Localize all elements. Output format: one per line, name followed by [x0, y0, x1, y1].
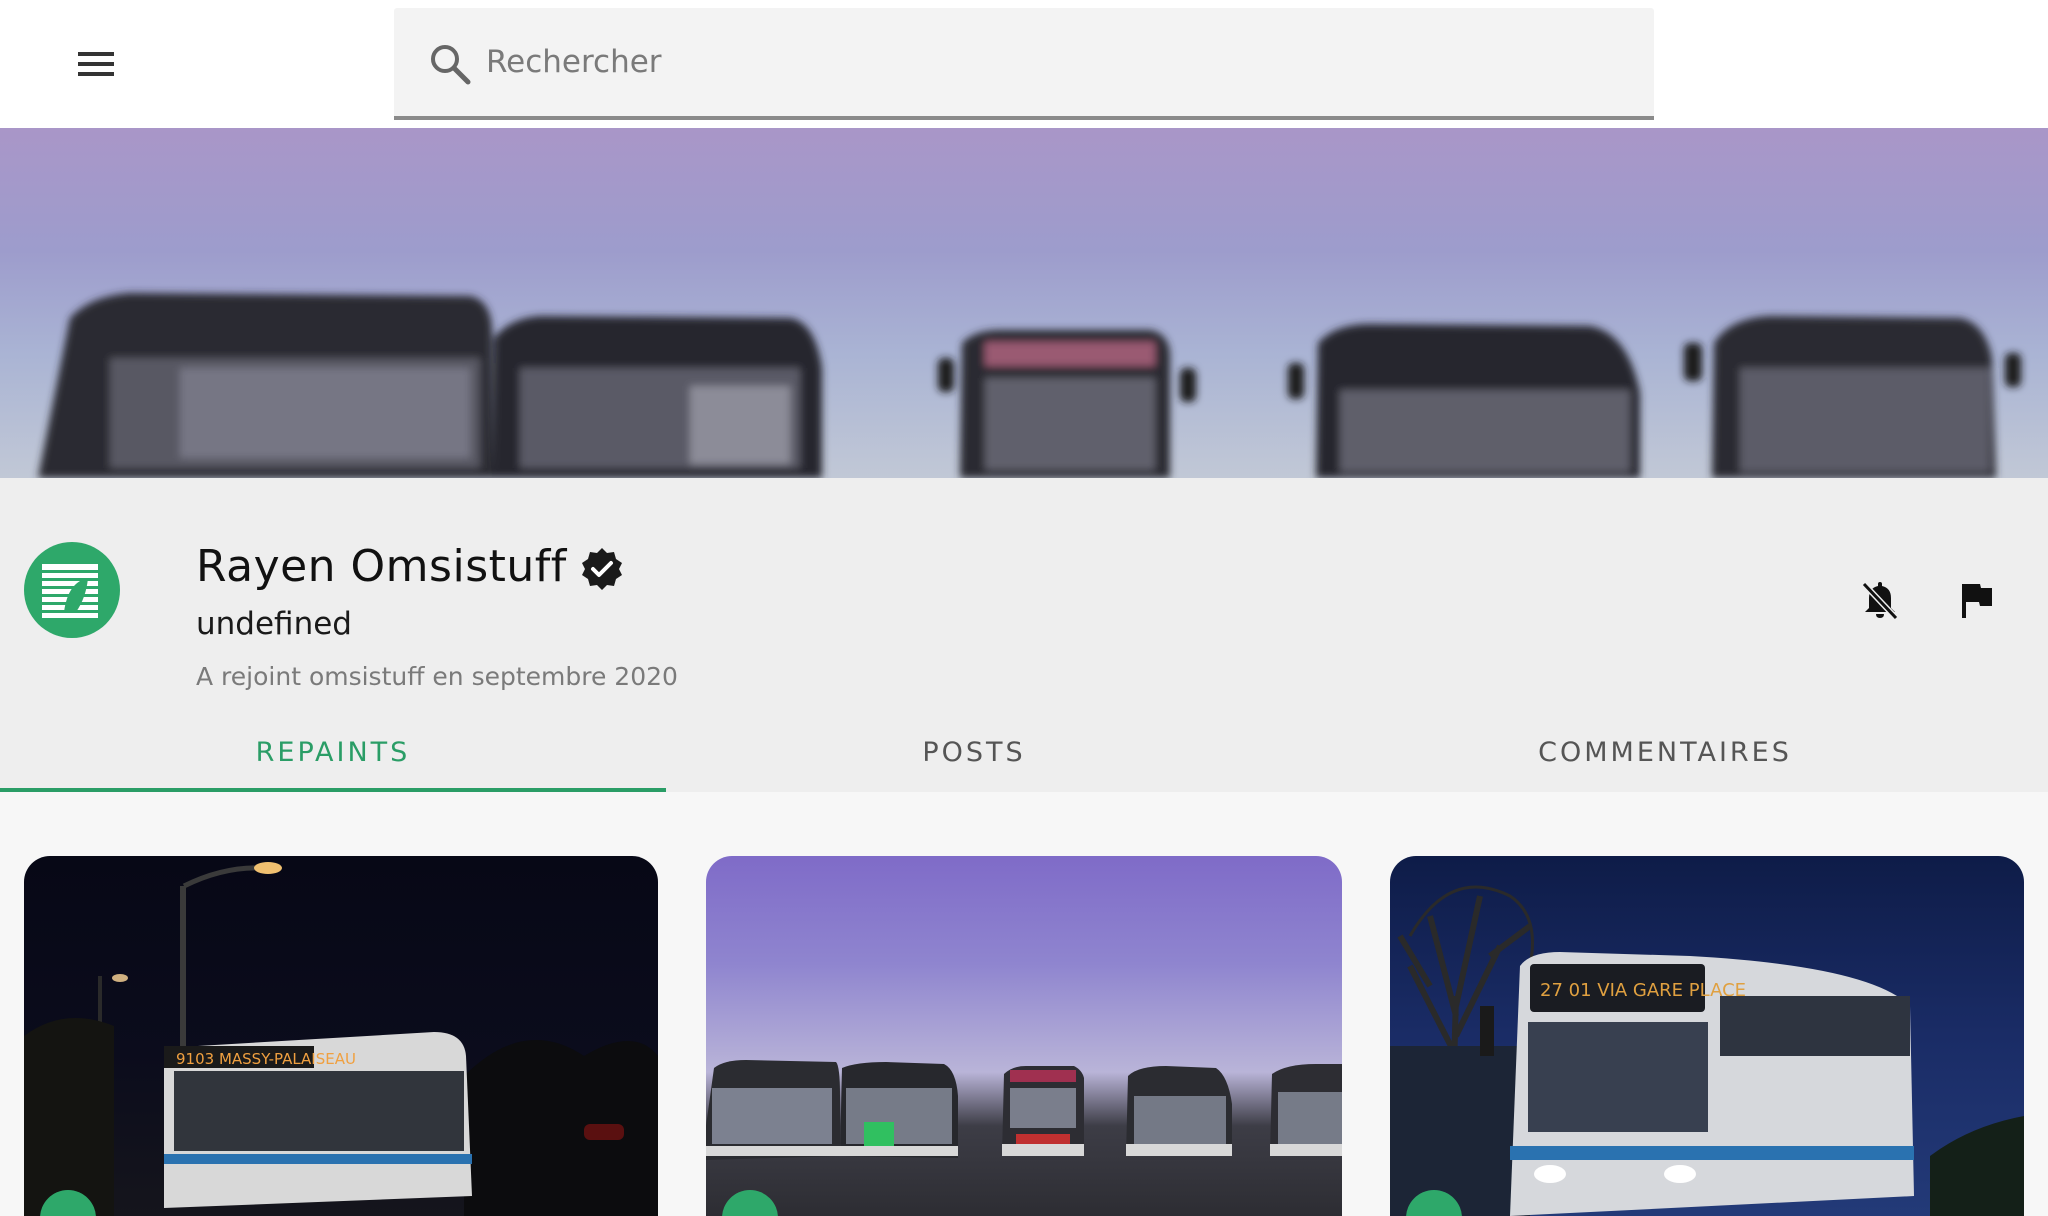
menu-icon	[78, 52, 114, 76]
top-bar	[0, 0, 2048, 128]
join-date: A rejoint omsistuff en septembre 2020	[196, 662, 678, 691]
profile-subtitle: undefined	[196, 606, 352, 642]
repaint-card[interactable]: 9103 MASSY-PALAISEAU	[24, 856, 658, 1216]
bell-off-icon	[1861, 581, 1899, 621]
flag-icon	[1962, 584, 1992, 618]
menu-button[interactable]	[70, 44, 122, 84]
repaint-card[interactable]	[706, 856, 1342, 1216]
bus-destination-sign: 27 01 VIA GARE PLACE	[1540, 980, 1746, 1001]
tab-posts[interactable]: POSTS	[666, 712, 1282, 792]
bus-destination-sign: 9103 MASSY-PALAISEAU	[176, 1050, 356, 1068]
avatar[interactable]	[24, 542, 120, 638]
profile-name-row: Rayen Omsistuff	[196, 536, 625, 596]
notifications-toggle-button[interactable]	[1850, 570, 1910, 630]
search-bar[interactable]	[394, 8, 1654, 120]
repaints-grid: 9103 MASSY-PALAISEAU 27 01 VIA GARE PLAC…	[0, 792, 2048, 1216]
tab-repaints[interactable]: REPAINTS	[0, 712, 666, 792]
profile-banner-image	[0, 128, 2048, 478]
search-input[interactable]	[486, 30, 1626, 94]
repaint-card[interactable]: 27 01 VIA GARE PLACE	[1390, 856, 2024, 1216]
report-button[interactable]	[1946, 570, 2006, 630]
profile-name: Rayen Omsistuff	[196, 540, 567, 592]
tab-commentaires[interactable]: COMMENTAIRES	[1282, 712, 2048, 792]
search-icon	[431, 45, 471, 85]
verified-badge-icon	[581, 548, 622, 590]
profile-tabs: REPAINTS POSTS COMMENTAIRES	[0, 712, 2048, 792]
